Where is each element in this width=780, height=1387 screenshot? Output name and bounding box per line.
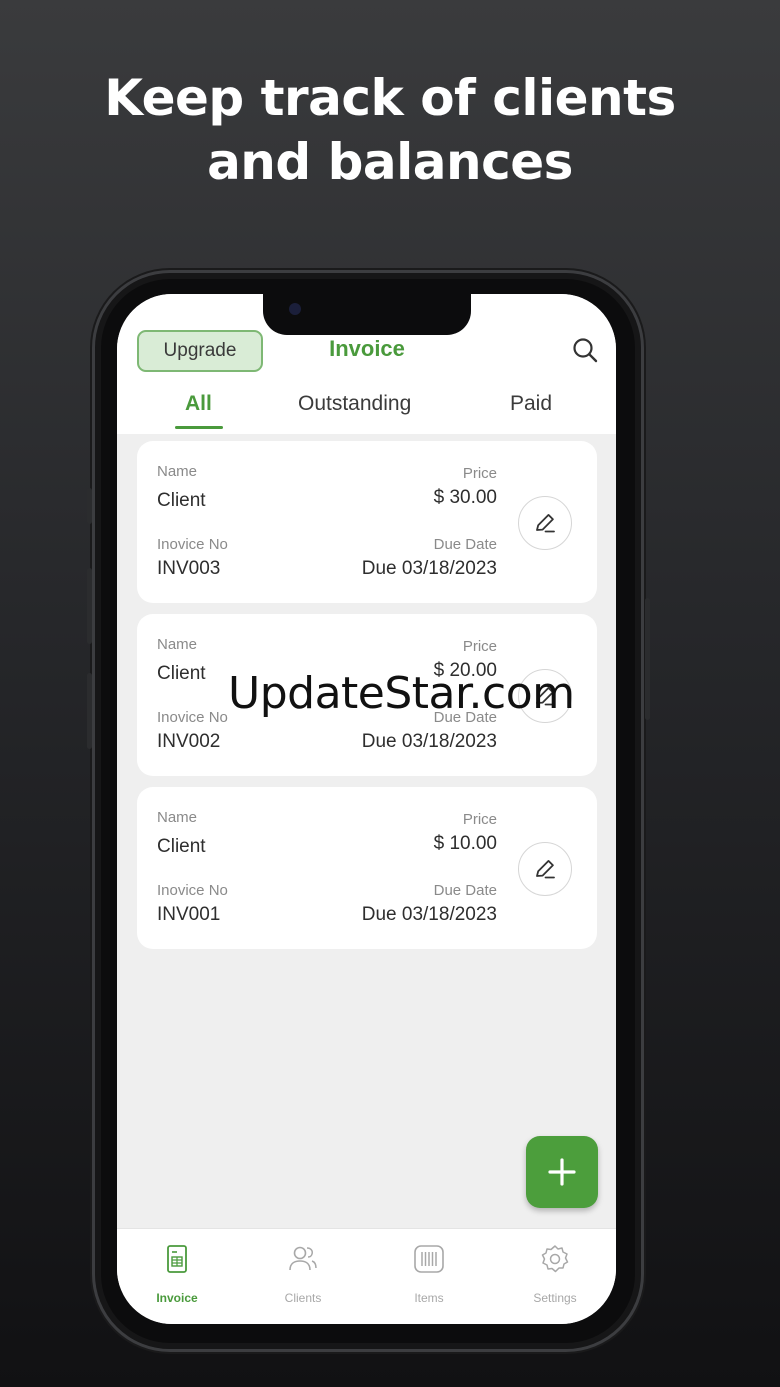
invoice-card[interactable]: Name Client Price $ 30.00 Inovice No INV… (137, 441, 597, 603)
nav-settings[interactable]: Settings (495, 1229, 615, 1324)
due-date: Due 03/18/2023 (361, 558, 497, 579)
nav-items[interactable]: Items (369, 1229, 489, 1324)
invoice-no-label: Inovice No (157, 536, 228, 553)
nav-clients[interactable]: Clients (243, 1229, 363, 1324)
due-date-label: Due Date (433, 536, 497, 553)
invoice-no: INV001 (157, 904, 221, 925)
price-label: Price (462, 811, 497, 828)
invoice-no-label: Inovice No (157, 882, 228, 899)
gear-icon (541, 1245, 569, 1273)
power-button (645, 598, 650, 720)
edit-button[interactable] (518, 496, 572, 550)
price-label: Price (462, 465, 497, 482)
name-label: Name (157, 636, 198, 653)
clients-icon (289, 1246, 317, 1271)
invoice-icon (167, 1245, 187, 1273)
client-name: Client (157, 836, 206, 857)
due-date: Due 03/18/2023 (361, 731, 497, 752)
camera (289, 303, 301, 315)
nav-settings-label: Settings (533, 1291, 577, 1305)
app-screen: Upgrade Invoice All Outstanding Paid Nam… (117, 294, 616, 1324)
invoice-no: INV003 (157, 558, 221, 579)
promo-headline: Keep track of clients and balances (0, 66, 780, 194)
client-name: Client (157, 663, 206, 684)
volume-down-button (87, 673, 92, 749)
nav-invoice[interactable]: Invoice (117, 1229, 237, 1324)
nav-invoice-label: Invoice (156, 1291, 198, 1305)
name-label: Name (157, 809, 198, 826)
add-invoice-button[interactable] (526, 1136, 598, 1208)
nav-items-label: Items (414, 1291, 444, 1305)
plus-icon (548, 1158, 576, 1186)
client-name: Client (157, 490, 206, 511)
tab-all[interactable]: All (185, 392, 212, 416)
pencil-icon (536, 514, 555, 533)
bottom-nav: Invoice Clients Items Settings (117, 1228, 616, 1324)
invoice-no-label: Inovice No (157, 709, 228, 726)
price-label: Price (462, 638, 497, 655)
price-value: $ 30.00 (433, 487, 497, 508)
tab-indicator (175, 426, 223, 429)
pencil-icon (536, 860, 555, 879)
price-value: $ 10.00 (433, 833, 497, 854)
upgrade-button[interactable]: Upgrade (137, 330, 263, 372)
invoice-card[interactable]: Name Client Price $ 10.00 Inovice No INV… (137, 787, 597, 949)
invoice-no: INV002 (157, 731, 221, 752)
edit-button[interactable] (518, 842, 572, 896)
silent-switch (87, 488, 92, 524)
tab-outstanding[interactable]: Outstanding (298, 392, 411, 416)
search-icon[interactable] (571, 336, 599, 364)
volume-up-button (87, 568, 92, 644)
due-date-label: Due Date (433, 882, 497, 899)
barcode-icon (414, 1245, 444, 1273)
name-label: Name (157, 463, 198, 480)
headline-line-2: and balances (207, 133, 573, 191)
due-date: Due 03/18/2023 (361, 904, 497, 925)
page-title: Invoice (329, 336, 405, 361)
notch (263, 294, 471, 335)
headline-line-1: Keep track of clients (104, 69, 676, 127)
watermark: UpdateStar.com (228, 668, 575, 719)
nav-clients-label: Clients (284, 1291, 322, 1305)
tab-paid[interactable]: Paid (510, 392, 552, 416)
